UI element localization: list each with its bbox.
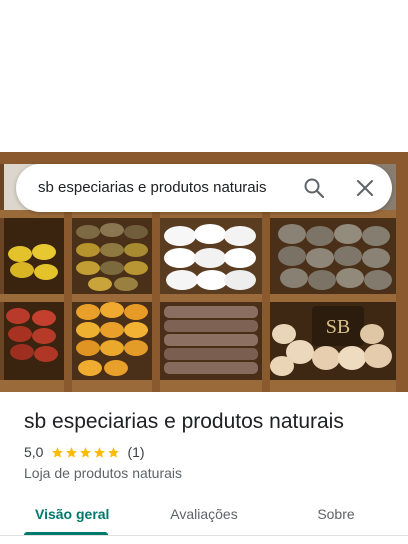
tab-reviews[interactable]: Avaliações — [160, 496, 248, 532]
search-icon — [304, 178, 325, 199]
review-count[interactable]: (1) — [127, 444, 144, 460]
star-icon — [108, 446, 120, 458]
tab-about[interactable]: Sobre — [296, 496, 376, 532]
search-input[interactable]: sb especiarias e produtos naturais — [38, 164, 266, 212]
search-button[interactable] — [302, 176, 326, 200]
search-bar[interactable]: sb especiarias e produtos naturais — [16, 164, 392, 212]
tab-overview[interactable]: Visão geral — [24, 496, 120, 532]
rating-row[interactable]: 5,0 (1) — [24, 444, 145, 460]
clear-button[interactable] — [353, 176, 377, 200]
star-icon — [66, 446, 78, 458]
star-icon — [94, 446, 106, 458]
rating-stars — [51, 446, 121, 459]
tabs-divider — [0, 535, 408, 536]
star-icon — [52, 446, 64, 458]
star-icon — [80, 446, 92, 458]
place-title: sb especiarias e produtos naturais — [24, 410, 344, 433]
rating-value: 5,0 — [24, 444, 44, 460]
shelf-logo-text: SB — [326, 316, 350, 338]
close-icon — [357, 180, 373, 196]
place-category: Loja de produtos naturais — [24, 465, 182, 481]
tab-bar: Visão geral Avaliações Sobre — [0, 496, 408, 536]
